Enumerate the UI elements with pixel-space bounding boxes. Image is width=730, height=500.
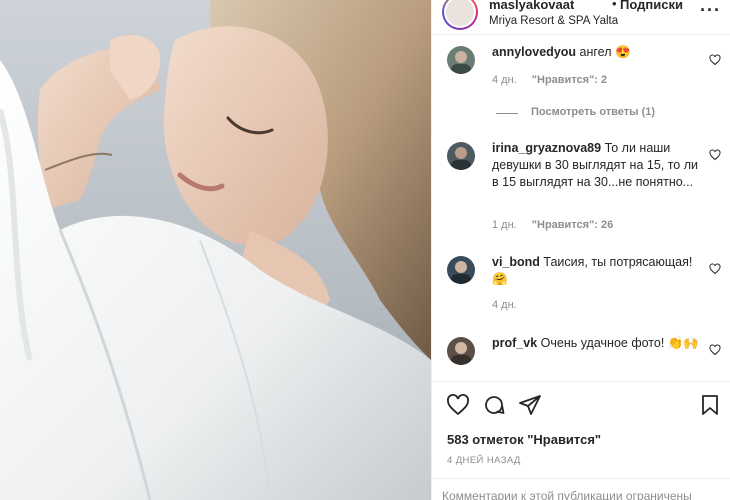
heart-icon[interactable] <box>446 393 470 417</box>
commenter-avatar[interactable] <box>447 337 475 365</box>
comment-text: annylovedyou ангел 😍 <box>492 44 707 61</box>
view-replies-button[interactable]: Посмотреть ответы (1) <box>531 106 655 118</box>
comments-disabled-notice: Комментарии к этой публикации ограничены <box>442 489 692 500</box>
commenter-username[interactable]: prof_vk <box>492 336 537 350</box>
commenter-avatar[interactable] <box>447 142 475 170</box>
post-photo[interactable] <box>0 0 431 500</box>
action-bar <box>432 393 730 419</box>
heart-icon[interactable] <box>709 149 721 161</box>
comment-time: 1 дн. <box>492 219 517 231</box>
comment-meta: 4 дн. "Нравится": 2 <box>492 74 607 86</box>
avatar-icon <box>451 51 471 74</box>
bookmark-icon[interactable] <box>698 393 722 417</box>
heart-icon[interactable] <box>709 54 721 66</box>
comment-text: irina_gryaznova89 То ли наши девушки в 3… <box>492 140 707 191</box>
comment-body: Очень удачное фото! 👏🙌 <box>540 336 699 350</box>
commenter-username[interactable]: annylovedyou <box>492 45 576 59</box>
commenter-username[interactable]: vi_bond <box>492 255 540 269</box>
share-icon[interactable] <box>518 393 542 417</box>
comment-icon[interactable] <box>482 393 506 417</box>
commenter-avatar[interactable] <box>447 46 475 74</box>
post-panel: maslyakovaat • Подписки Mriya Resort & S… <box>431 0 730 500</box>
more-icon[interactable]: ··· <box>700 0 721 21</box>
follow-button[interactable]: Подписки <box>620 0 683 12</box>
avatar-icon <box>451 261 471 284</box>
author-avatar[interactable] <box>442 0 478 30</box>
avatar-icon <box>451 342 471 365</box>
header-divider <box>432 34 730 35</box>
post-header: maslyakovaat • Подписки Mriya Resort & S… <box>432 0 730 34</box>
post-location[interactable]: Mriya Resort & SPA Yalta <box>489 15 618 27</box>
comment-body: ангел 😍 <box>579 45 631 59</box>
comment-likes[interactable]: "Нравится": 26 <box>532 219 613 231</box>
commenter-username[interactable]: irina_gryaznova89 <box>492 141 601 155</box>
post-timestamp[interactable]: 4 ДНЕЙ НАЗАД <box>447 455 521 466</box>
actions-divider <box>432 381 730 382</box>
commenter-avatar[interactable] <box>447 256 475 284</box>
comment-text: vi_bond Таисия, ты потрясающая! 🤗 <box>492 254 707 288</box>
comment-time: 4 дн. <box>492 74 517 86</box>
heart-icon[interactable] <box>709 344 721 356</box>
heart-icon[interactable] <box>709 263 721 275</box>
author-username[interactable]: maslyakovaat <box>489 0 574 12</box>
comment-meta: 1 дн. "Нравится": 26 <box>492 219 613 231</box>
header-separator: • <box>612 0 617 11</box>
comment-time: 4 дн. <box>492 299 517 311</box>
replies-line <box>496 113 518 114</box>
avatar-icon <box>451 147 471 170</box>
photo-illustration <box>0 0 431 500</box>
comment-text: prof_vk Очень удачное фото! 👏🙌 <box>492 335 707 352</box>
likes-count[interactable]: 583 отметок "Нравится" <box>447 432 601 447</box>
comment-likes[interactable]: "Нравится": 2 <box>532 74 607 86</box>
footer-divider <box>432 478 730 479</box>
comment-meta: 4 дн. <box>492 299 517 311</box>
